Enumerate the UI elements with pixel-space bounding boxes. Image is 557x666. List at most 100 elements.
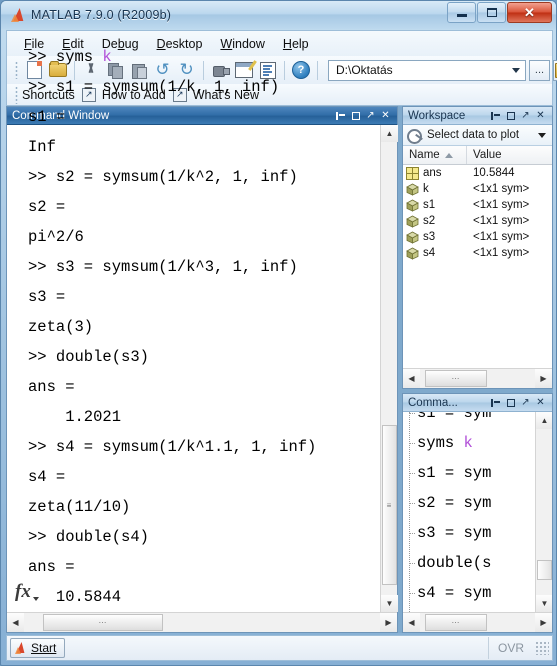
symbolic-variable: k — [102, 48, 112, 66]
scroll-left-icon[interactable]: ◀ — [403, 613, 420, 632]
history-item[interactable]: syms k — [409, 428, 535, 458]
scroll-right-icon[interactable]: ▶ — [535, 613, 552, 632]
command-line: s2 = — [28, 198, 66, 216]
command-history-vscrollbar[interactable]: ▲ ▼ — [535, 412, 552, 612]
command-line: >> s4 = symsum(1/k^1.1, 1, inf) — [28, 438, 317, 456]
column-header-name[interactable]: Name — [403, 146, 467, 164]
dock-left-icon[interactable] — [488, 396, 503, 410]
window-title: MATLAB 7.9.0 (R2009b) — [31, 8, 172, 22]
matrix-icon — [406, 166, 419, 180]
command-history-body[interactable]: s1 = sym syms k s1 = sym s2 = sym s3 = sym do… — [403, 412, 552, 632]
hscroll-thumb[interactable]: ⋯ — [425, 614, 487, 631]
close-button[interactable]: ✕ — [507, 2, 552, 23]
command-line: >> s1 = symsum(1/k, 1, inf) — [28, 78, 280, 96]
browse-folder-button[interactable]: ... — [529, 59, 550, 81]
variable-value: <1x1 sym> — [473, 247, 530, 259]
workspace-hscrollbar[interactable]: ◀ ⋯ ▶ — [403, 368, 552, 388]
scroll-right-icon[interactable]: ▶ — [535, 369, 552, 388]
table-row[interactable]: s2 <1x1 sym> — [403, 213, 552, 229]
history-item[interactable]: s4 = sym — [409, 578, 535, 608]
vscroll-thumb[interactable]: ≡ — [382, 425, 397, 585]
command-line: s1 = — [28, 108, 66, 126]
table-row[interactable]: s1 <1x1 sym> — [403, 197, 552, 213]
undock-icon[interactable]: ↗ — [518, 396, 533, 410]
command-line: ans = — [28, 558, 75, 576]
history-item[interactable]: double(s — [409, 548, 535, 578]
column-header-value-label: Value — [473, 149, 502, 161]
workspace-variable-list[interactable]: ans 10.5844 k <1x1 sym> s1 <1x1 sym> s2 <1x1 sy… — [403, 165, 552, 368]
function-browser-icon[interactable]: fx — [15, 580, 41, 604]
command-line: >> double(s3) — [28, 348, 149, 366]
scroll-up-icon[interactable]: ▲ — [381, 125, 398, 142]
toolbar-grip[interactable] — [15, 61, 18, 79]
command-line: >> double(s4) — [28, 528, 149, 546]
command-line: zeta(3) — [28, 318, 94, 336]
command-history-list[interactable]: s1 = sym syms k s1 = sym s2 = sym s3 = sym do… — [403, 412, 535, 612]
command-window-panel: Command Window ↗ ✕ >> syms k >> s1 = syms… — [6, 48, 398, 633]
history-item[interactable]: s1 = sym — [409, 412, 535, 428]
start-button[interactable]: Start — [10, 638, 66, 658]
start-button-label: Start — [31, 641, 57, 655]
maximize-button[interactable] — [477, 2, 506, 23]
table-row[interactable]: s4 <1x1 sym> — [403, 245, 552, 261]
undock-icon[interactable]: ↗ — [518, 109, 533, 123]
ellipsis-icon: ... — [534, 64, 545, 76]
workspace-title: Workspace — [408, 109, 466, 122]
command-window-vscrollbar[interactable]: ▲ ≡ ▼ — [380, 125, 398, 612]
variable-name-cell: s1 — [403, 199, 467, 212]
command-line: >> syms k — [28, 48, 112, 66]
variable-value: <1x1 sym> — [473, 199, 530, 211]
variable-name-cell: s2 — [403, 215, 467, 228]
variable-value: <1x1 sym> — [473, 231, 530, 243]
maximize-icon[interactable] — [503, 109, 518, 123]
variable-name: k — [423, 183, 429, 195]
variable-name-cell: k — [403, 183, 467, 196]
go-up-button[interactable] — [553, 59, 557, 81]
scroll-right-icon[interactable]: ▶ — [380, 613, 397, 632]
column-header-value[interactable]: Value — [467, 146, 552, 164]
table-row[interactable]: ans 10.5844 — [403, 165, 552, 181]
maximize-icon[interactable] — [503, 396, 518, 410]
history-item[interactable]: s3 = sym — [409, 518, 535, 548]
command-history-title: Comma... — [408, 396, 458, 409]
minimize-button[interactable] — [447, 2, 476, 23]
close-icon[interactable]: ✕ — [533, 396, 548, 410]
hscroll-thumb[interactable]: ⋯ — [43, 614, 163, 631]
command-line: zeta(11/10) — [28, 498, 131, 516]
command-history-dock-buttons: ↗ ✕ — [488, 396, 552, 410]
close-icon: ✕ — [524, 5, 535, 20]
scroll-left-icon[interactable]: ◀ — [7, 613, 24, 632]
variable-name: s1 — [423, 199, 436, 211]
command-history-hscrollbar[interactable]: ◀ ⋯ ▶ — [403, 612, 552, 632]
variable-name: s2 — [423, 215, 436, 227]
command-window-hscrollbar[interactable]: ◀ ⋯ ▶ — [7, 612, 397, 632]
command-line: >> s2 = symsum(1/k^2, 1, inf) — [28, 168, 298, 186]
close-icon[interactable]: ✕ — [533, 109, 548, 123]
table-row[interactable]: k <1x1 sym> — [403, 181, 552, 197]
scroll-up-icon[interactable]: ▲ — [536, 412, 552, 429]
chevron-down-icon[interactable] — [538, 132, 546, 138]
vscroll-thumb[interactable] — [537, 560, 552, 580]
table-row[interactable]: s3 <1x1 sym> — [403, 229, 552, 245]
hscroll-thumb[interactable]: ⋯ — [425, 370, 487, 387]
history-item[interactable]: s2 = sym — [409, 488, 535, 518]
chevron-down-icon[interactable] — [512, 67, 520, 73]
desktop-client-area: Command Window ↗ ✕ >> syms k >> s1 = syms… — [6, 48, 553, 633]
variable-name: s4 — [423, 247, 436, 259]
command-window-body[interactable]: >> syms k >> s1 = symsum(1/k, 1, inf) s1 =… — [7, 48, 398, 632]
cube-icon — [406, 247, 419, 260]
scroll-down-icon[interactable]: ▼ — [381, 595, 398, 612]
resize-grip-icon[interactable] — [535, 641, 549, 655]
workspace-table-header: Name Value — [403, 146, 552, 165]
close-icon[interactable]: ✕ — [378, 109, 393, 123]
dock-left-icon[interactable] — [488, 109, 503, 123]
main-window: MATLAB 7.9.0 (R2009b) ✕ File Edit Debug … — [0, 0, 557, 666]
workspace-toolbar[interactable]: Select data to plot — [403, 125, 552, 146]
symbolic-variable: k — [463, 434, 473, 452]
scroll-left-icon[interactable]: ◀ — [403, 369, 420, 388]
command-window-output[interactable]: >> syms k >> s1 = symsum(1/k, 1, inf) s1 =… — [24, 42, 380, 612]
history-item[interactable]: s1 = sym — [409, 458, 535, 488]
scroll-down-icon[interactable]: ▼ — [536, 595, 552, 612]
cube-icon — [406, 199, 419, 212]
shortcuts-grip[interactable] — [15, 85, 18, 104]
